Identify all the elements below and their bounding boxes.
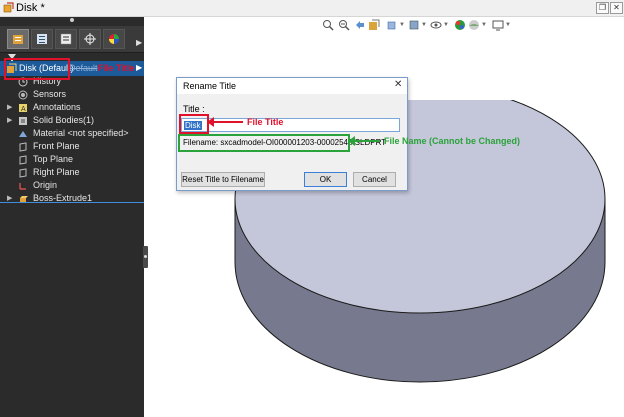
view-orientation-icon[interactable]	[386, 19, 398, 31]
plane-icon	[19, 168, 27, 178]
tree-item-front-plane[interactable]: Front Plane	[0, 140, 144, 153]
tree-item-label: Right Plane	[33, 167, 80, 177]
solidworks-part-icon	[3, 2, 14, 13]
tab-feature-manager[interactable]	[7, 29, 29, 49]
tree-item-right-plane[interactable]: Right Plane	[0, 166, 144, 179]
tree-item-label: Front Plane	[33, 141, 80, 151]
annotation-icon: A	[19, 104, 27, 113]
annotation-label-tree-title: File Title	[98, 63, 135, 73]
tree-item-solid-bodies[interactable]: ▶ Solid Bodies(1)	[0, 114, 144, 127]
material-icon	[19, 131, 27, 137]
dialog-title-bar: Rename Title ✕	[177, 78, 407, 94]
dialog-title: Rename Title	[183, 81, 237, 91]
chevron-down-icon[interactable]: ▼	[443, 22, 449, 28]
view-settings-icon[interactable]	[492, 19, 504, 31]
sensor-icon	[18, 90, 28, 100]
display-style-icon[interactable]	[408, 19, 420, 31]
tree-item-label: Boss-Extrude1	[33, 193, 93, 203]
chevron-down-icon[interactable]: ▼	[421, 22, 427, 28]
hide-show-items-icon[interactable]	[430, 19, 442, 31]
chevron-right-icon[interactable]: ▶	[136, 38, 142, 47]
close-icon[interactable]: ✕	[610, 2, 623, 14]
tree-item-label: Top Plane	[33, 154, 74, 164]
tree-item-label: Annotations	[33, 102, 81, 112]
chevron-down-icon[interactable]: ▼	[505, 22, 511, 28]
ok-button[interactable]: OK	[304, 172, 347, 187]
annotation-label-file-name: File Name (Cannot be Changed)	[384, 136, 521, 146]
restore-icon[interactable]: ❐	[596, 2, 609, 14]
expand-icon[interactable]: ▶	[7, 101, 12, 114]
plane-icon	[19, 142, 27, 152]
chevron-down-icon[interactable]: ▼	[481, 22, 487, 28]
tree-item-sensors[interactable]: Sensors	[0, 88, 144, 101]
origin-icon	[19, 183, 26, 190]
tree-item-label: Sensors	[33, 89, 67, 99]
document-title: Disk *	[16, 2, 45, 14]
tab-property-manager[interactable]	[31, 29, 53, 49]
annotation-arrow-file-name	[348, 136, 380, 146]
configuration-icon	[60, 33, 72, 45]
plane-icon	[19, 155, 27, 165]
tree-item-annotations[interactable]: ▶ A Annotations	[0, 101, 144, 114]
annotation-arrow-dialog-title	[207, 117, 243, 127]
previous-view-icon[interactable]	[354, 19, 366, 31]
section-view-icon[interactable]	[368, 19, 380, 31]
tree-item-material[interactable]: Material <not specified>	[0, 127, 144, 140]
tree-item-origin[interactable]: Origin	[0, 179, 144, 192]
panel-collapse-handle[interactable]	[143, 246, 148, 268]
reset-title-button[interactable]: Reset Title to Filename	[181, 172, 265, 187]
tree-item-label: Origin	[33, 180, 58, 190]
rollback-bar[interactable]	[0, 202, 144, 203]
panel-tab-bar: ▶	[0, 26, 144, 53]
title-field-label: Title :	[183, 104, 205, 114]
tab-dimxpert-manager[interactable]	[79, 29, 101, 49]
color-wheel-icon	[109, 34, 119, 44]
tab-configuration-manager[interactable]	[55, 29, 77, 49]
annotation-label-dialog-title: File Title	[247, 117, 284, 127]
appearance-icon[interactable]	[454, 19, 466, 31]
title-bar: Disk * ❐ ✕	[0, 0, 624, 17]
tree-item-boss-extrude1[interactable]: ▶ Boss-Extrude1	[0, 192, 144, 205]
tree-item-label: Solid Bodies(1)	[33, 115, 95, 125]
zoom-to-fit-icon[interactable]	[322, 19, 334, 31]
crosshair-icon	[84, 33, 96, 45]
solid-body-icon	[19, 117, 27, 125]
scene-icon[interactable]	[468, 19, 480, 31]
zoom-area-icon[interactable]	[338, 19, 350, 31]
close-icon[interactable]: ✕	[394, 79, 402, 90]
tree-root-config: Default	[69, 63, 98, 73]
feature-tree-icon	[13, 35, 23, 44]
cancel-button[interactable]: Cancel	[353, 172, 396, 187]
tree-item-label: Material <not specified>	[33, 128, 129, 138]
annotation-box-tree-title	[4, 58, 70, 80]
annotation-box-dialog-title	[179, 114, 209, 134]
property-list-icon	[37, 34, 47, 44]
annotation-box-file-name	[178, 134, 350, 152]
expand-icon[interactable]: ▶	[7, 192, 12, 205]
chevron-right-icon[interactable]: ▶	[136, 63, 142, 72]
expand-icon[interactable]: ▶	[7, 114, 12, 127]
svg-text:A: A	[21, 106, 26, 113]
panel-grip[interactable]	[70, 18, 74, 22]
chevron-down-icon[interactable]: ▼	[399, 22, 405, 28]
heads-up-toolbar: ▼ ▼ ▼ ▼ ▼	[320, 19, 530, 33]
tab-display-manager[interactable]	[103, 29, 125, 49]
tree-item-top-plane[interactable]: Top Plane	[0, 153, 144, 166]
